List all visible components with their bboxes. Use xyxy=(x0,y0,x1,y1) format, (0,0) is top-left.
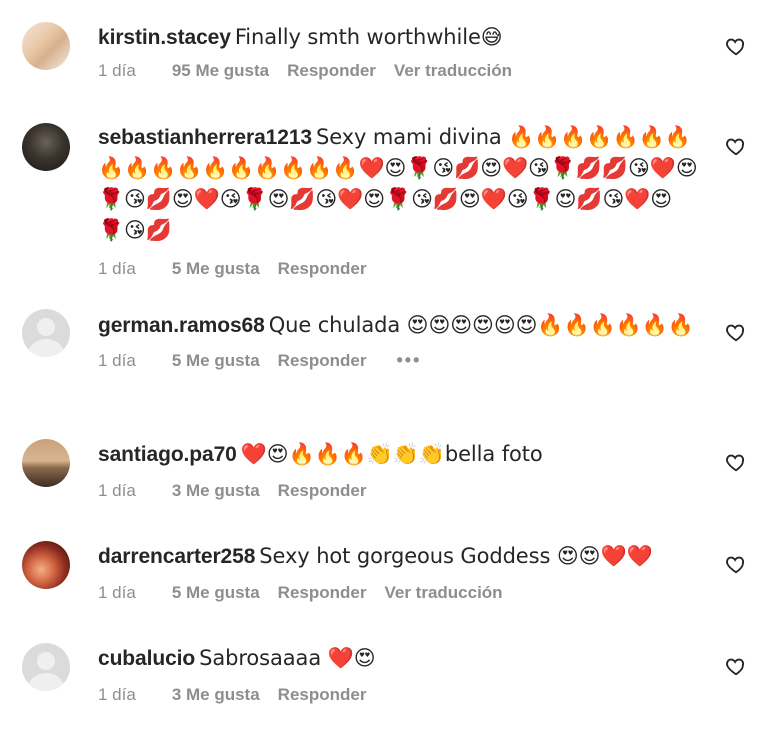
reply-button[interactable]: Responder xyxy=(278,480,367,502)
comment-username[interactable]: cubalucio xyxy=(98,647,195,670)
likes-count[interactable]: 3 Me gusta xyxy=(172,684,260,706)
heart-outline-icon[interactable] xyxy=(725,451,747,473)
comment-text: Que chulada 😍😍😍😍😍😍🔥🔥🔥🔥🔥🔥 xyxy=(268,313,694,337)
reply-button[interactable]: Responder xyxy=(278,350,367,372)
comment-meta: 1 día 3 Me gusta Responder xyxy=(98,684,698,706)
comment-time[interactable]: 1 día xyxy=(98,258,136,280)
heart-outline-icon[interactable] xyxy=(725,321,747,343)
comment-username[interactable]: kirstin.stacey xyxy=(98,26,231,49)
comment-text-line: darrencarter258 Sexy hot gorgeous Goddess… xyxy=(98,541,698,572)
avatar[interactable] xyxy=(22,22,70,70)
likes-count[interactable]: 95 Me gusta xyxy=(172,60,269,82)
reply-button[interactable]: Responder xyxy=(278,258,367,280)
more-options-icon[interactable]: ••• xyxy=(396,349,421,371)
heart-outline-icon[interactable] xyxy=(725,553,747,575)
comment-username[interactable]: darrencarter258 xyxy=(98,545,255,568)
reply-button[interactable]: Responder xyxy=(278,684,367,706)
comment-text: Sabrosaaaa ❤️😍 xyxy=(199,646,376,670)
comment-text: Sexy hot gorgeous Goddess 😍😍❤️❤️ xyxy=(259,544,653,568)
avatar[interactable] xyxy=(22,541,70,589)
translate-button[interactable]: Ver traducción xyxy=(394,60,512,82)
likes-count[interactable]: 3 Me gusta xyxy=(172,480,260,502)
comment-text: Finally smth worthwhile😅 xyxy=(234,25,503,49)
avatar[interactable] xyxy=(22,309,70,357)
comment-username[interactable]: santiago.pa70 xyxy=(98,443,237,466)
comment-text-line: cubalucio Sabrosaaaa ❤️😍 xyxy=(98,643,698,674)
comment-text-line: german.ramos68 Que chulada 😍😍😍😍😍😍🔥🔥🔥🔥🔥🔥 xyxy=(98,310,698,341)
comment-meta: 1 día 5 Me gusta Responder xyxy=(98,258,698,280)
comment-time[interactable]: 1 día xyxy=(98,480,136,502)
comment-time[interactable]: 1 día xyxy=(98,684,136,706)
comment-username[interactable]: german.ramos68 xyxy=(98,314,265,337)
comment-text-line: santiago.pa70 ❤️😍🔥🔥🔥👏👏👏bella foto xyxy=(98,439,698,470)
comment-text-line: sebastianherrera1213 Sexy mami divina 🔥🔥🔥… xyxy=(98,122,698,246)
comment-meta: 1 día 3 Me gusta Responder xyxy=(98,480,698,502)
comment-text: ❤️😍🔥🔥🔥👏👏👏bella foto xyxy=(240,442,543,466)
comment-username[interactable]: sebastianherrera1213 xyxy=(98,126,312,149)
comment-meta: 1 día 5 Me gusta Responder ••• xyxy=(98,349,698,371)
likes-count[interactable]: 5 Me gusta xyxy=(172,582,260,604)
comment-meta: 1 día 5 Me gusta Responder Ver traducción xyxy=(98,582,698,604)
avatar[interactable] xyxy=(22,439,70,487)
likes-count[interactable]: 5 Me gusta xyxy=(172,350,260,372)
likes-count[interactable]: 5 Me gusta xyxy=(172,258,260,280)
avatar[interactable] xyxy=(22,643,70,691)
translate-button[interactable]: Ver traducción xyxy=(384,582,502,604)
heart-outline-icon[interactable] xyxy=(725,35,747,57)
heart-outline-icon[interactable] xyxy=(725,655,747,677)
comment-time[interactable]: 1 día xyxy=(98,60,136,82)
reply-button[interactable]: Responder xyxy=(287,60,376,82)
comment-time[interactable]: 1 día xyxy=(98,582,136,604)
avatar[interactable] xyxy=(22,123,70,171)
heart-outline-icon[interactable] xyxy=(725,135,747,157)
comment-meta: 1 día 95 Me gusta Responder Ver traducción xyxy=(98,60,698,82)
comment-time[interactable]: 1 día xyxy=(98,350,136,372)
comment-text-line: kirstin.stacey Finally smth worthwhile😅 xyxy=(98,22,698,53)
reply-button[interactable]: Responder xyxy=(278,582,367,604)
